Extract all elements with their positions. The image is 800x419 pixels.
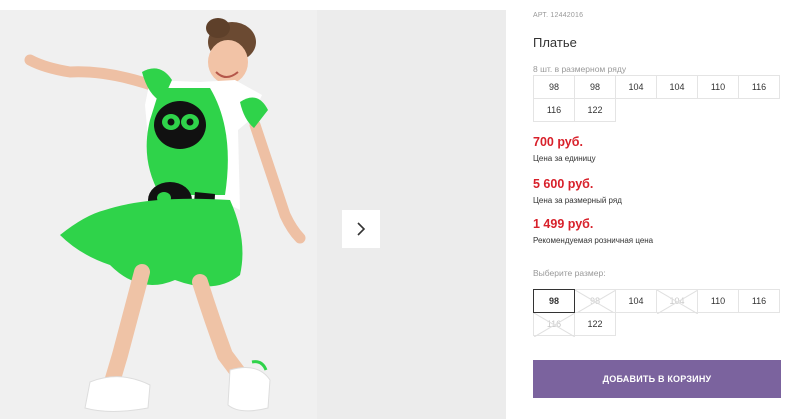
product-photo[interactable] xyxy=(0,10,317,419)
unit-price-note: Цена за единицу xyxy=(533,154,596,163)
retail-price: 1 499 руб. xyxy=(533,217,594,231)
size-row-cell: 98 xyxy=(574,75,616,99)
size-row-cell: 98 xyxy=(533,75,575,99)
size-row-grid: 98 98 104 104 110 116 116 122 xyxy=(533,75,789,122)
unavailable-cross-icon xyxy=(575,290,616,314)
product-gallery xyxy=(0,10,506,419)
choose-size-label: Выберите размер: xyxy=(533,268,606,278)
size-option-unavailable: 104 xyxy=(656,289,698,314)
add-to-cart-button[interactable]: ДОБАВИТЬ В КОРЗИНУ xyxy=(533,360,781,398)
size-row-cell: 110 xyxy=(697,75,739,99)
unavailable-cross-icon xyxy=(534,313,575,337)
row-price: 5 600 руб. xyxy=(533,177,594,191)
row-price-note: Цена за размерный ряд xyxy=(533,196,622,205)
size-row-cell: 104 xyxy=(656,75,698,99)
unit-price: 700 руб. xyxy=(533,135,583,149)
girl-in-dress-image xyxy=(0,10,317,419)
next-image-button[interactable] xyxy=(342,210,380,248)
size-row-label: 8 шт. в размерном ряду xyxy=(533,64,627,74)
chevron-right-icon xyxy=(357,222,366,236)
unavailable-cross-icon xyxy=(657,290,698,314)
size-option-selected[interactable]: 98 xyxy=(533,289,575,313)
size-selector: 98 98 104 104 110 116 116 122 xyxy=(533,289,789,337)
size-row-cell: 122 xyxy=(574,98,616,122)
size-option[interactable]: 104 xyxy=(615,289,657,313)
size-option-unavailable: 116 xyxy=(533,312,575,337)
size-option[interactable]: 116 xyxy=(738,289,780,313)
size-option[interactable]: 122 xyxy=(574,312,616,336)
product-info: АРТ. 12442016 Платье 8 шт. в размерном р… xyxy=(533,0,800,419)
size-row-cell: 116 xyxy=(738,75,780,99)
article-number: АРТ. 12442016 xyxy=(533,12,584,19)
retail-price-note: Рекомендуемая розничная цена xyxy=(533,236,654,245)
product-title: Платье xyxy=(533,35,577,50)
size-option-unavailable: 98 xyxy=(574,289,616,314)
size-row-cell: 104 xyxy=(615,75,657,99)
size-option[interactable]: 110 xyxy=(697,289,739,313)
size-row-cell: 116 xyxy=(533,98,575,122)
